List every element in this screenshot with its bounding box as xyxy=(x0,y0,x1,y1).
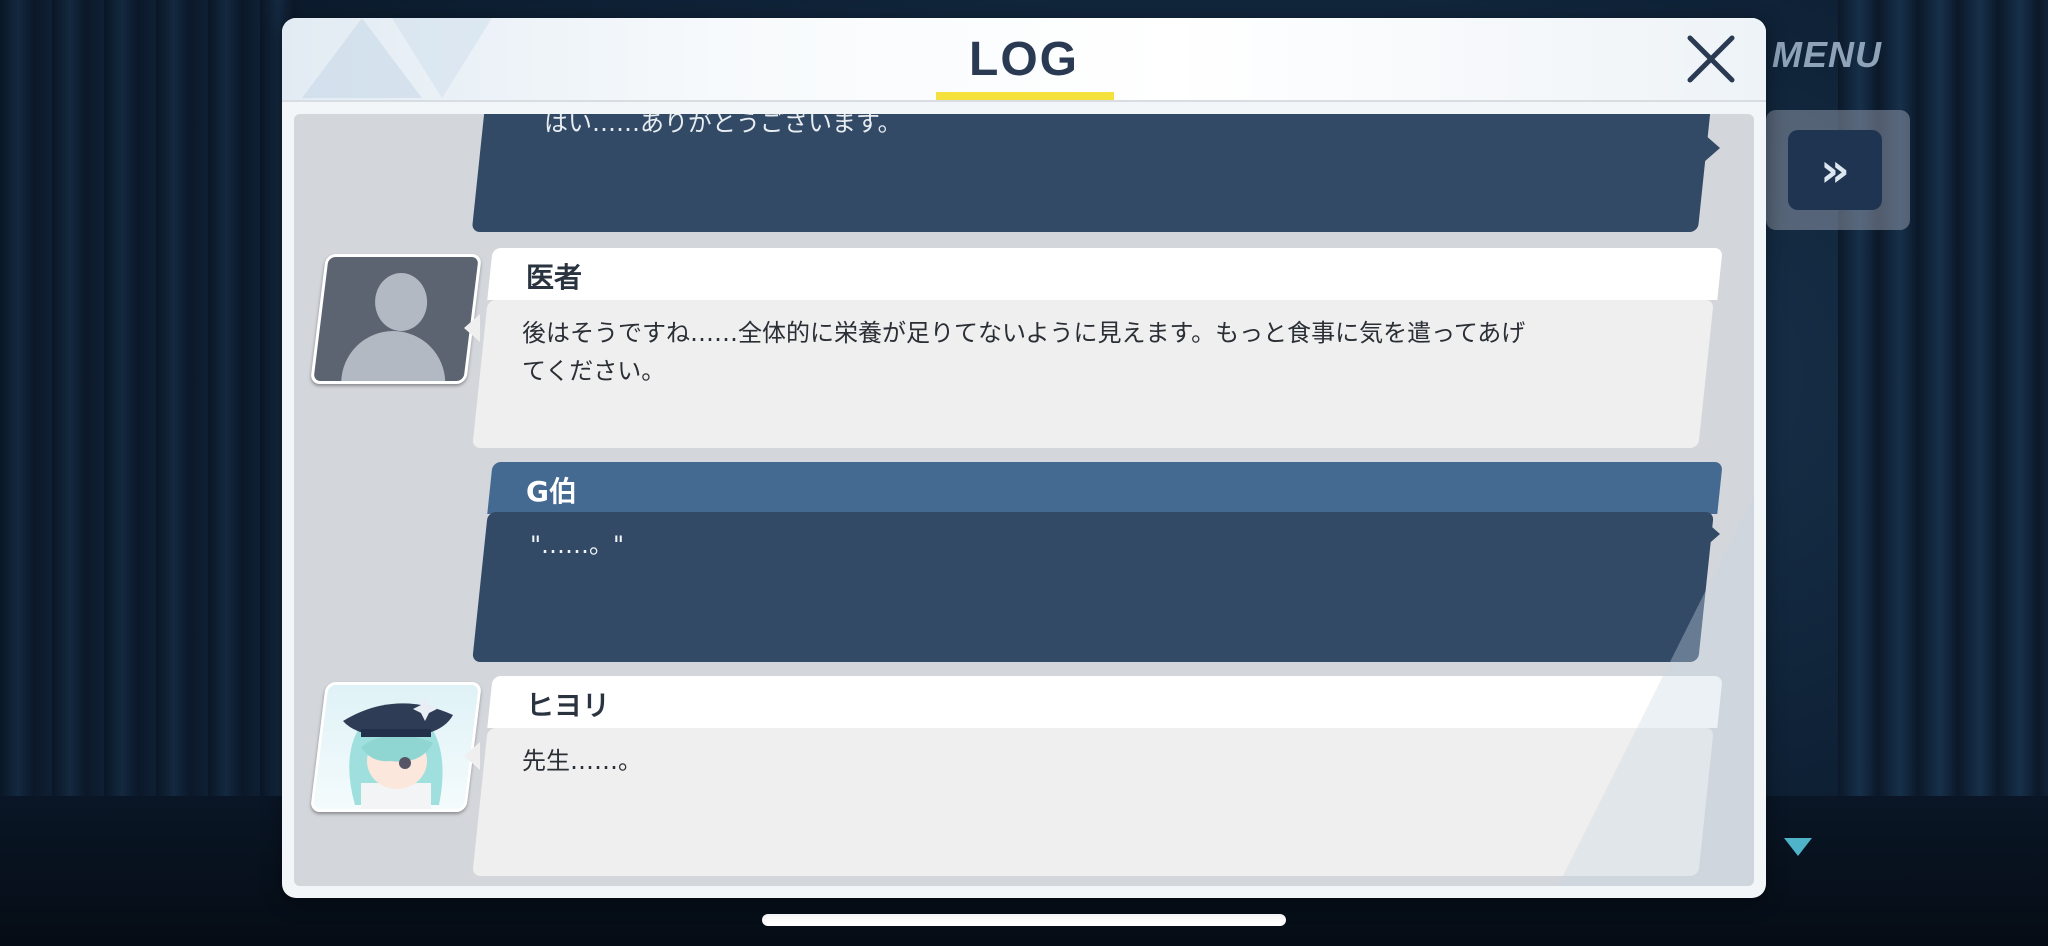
message-text: はい……ありがとうございます。 xyxy=(544,114,902,137)
bubble-tail xyxy=(464,742,480,770)
avatar xyxy=(310,254,482,384)
log-dialog: LOG はい……ありがとうございます。 医者 後はそうですね……全体的に栄養が足… xyxy=(282,18,1766,898)
speaker-name: ヒヨリ xyxy=(526,689,611,722)
menu-button[interactable]: MENU xyxy=(1772,34,1882,76)
close-icon xyxy=(1687,35,1735,83)
silhouette-head xyxy=(375,273,428,331)
silhouette-body xyxy=(341,331,446,384)
hiyori-portrait xyxy=(343,697,453,809)
log-entry: G伯 "……。" xyxy=(294,462,1754,672)
log-entry: はい……ありがとうございます。 xyxy=(294,114,1754,244)
speaker-name: G伯 xyxy=(526,475,577,508)
message-bubble xyxy=(472,512,1714,662)
log-scroll-area[interactable]: はい……ありがとうございます。 医者 後はそうですね……全体的に栄養が足りてない… xyxy=(294,114,1754,886)
home-indicator[interactable] xyxy=(762,914,1286,926)
dialog-title: LOG xyxy=(969,33,1079,86)
dialog-header: LOG xyxy=(282,18,1766,102)
next-indicator-icon xyxy=(1784,838,1812,856)
bubble-tail xyxy=(1704,520,1720,548)
bubble-tail xyxy=(464,314,480,342)
speaker-name: 医者 xyxy=(526,261,583,294)
speaker-name-bar xyxy=(487,248,1723,300)
message-text: 先生……。 xyxy=(522,747,642,775)
message-text: 後はそうですね……全体的に栄養が足りてないように見えます。もっと食事に気を遣って… xyxy=(522,319,1526,385)
close-button[interactable] xyxy=(1682,30,1740,88)
bubble-tail xyxy=(1704,134,1720,162)
fast-forward-button[interactable]: » xyxy=(1788,130,1882,210)
speaker-name-bar xyxy=(487,462,1723,514)
message-text: "……。" xyxy=(530,531,625,559)
message-bubble xyxy=(472,728,1714,876)
title-underline xyxy=(936,92,1114,100)
log-entry: 医者 後はそうですね……全体的に栄養が足りてないように見えます。もっと食事に気を… xyxy=(294,248,1754,458)
log-entry: ヒヨリ 先生……。 xyxy=(294,676,1754,886)
speaker-name-bar xyxy=(487,676,1723,728)
double-chevron-right-icon: » xyxy=(1820,143,1850,197)
hiyori-avatar xyxy=(310,682,482,812)
